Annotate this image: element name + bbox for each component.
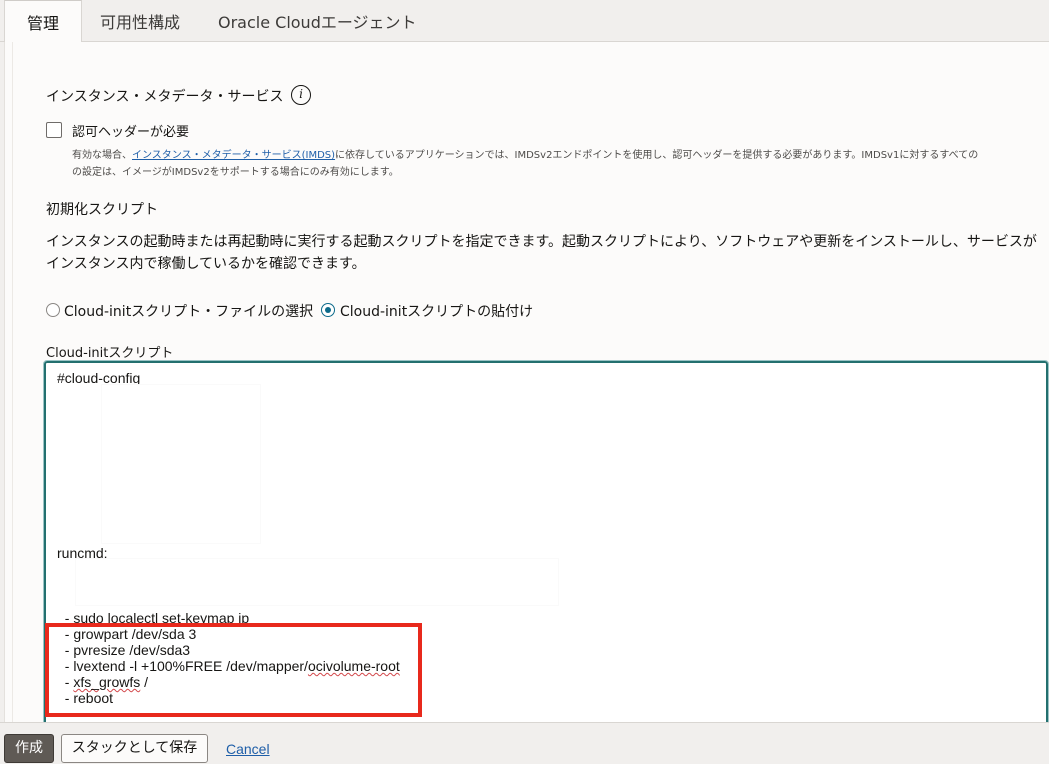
save-as-stack-button[interactable]: スタックとして保存 (61, 734, 208, 763)
code-line-header: #cloud-config (57, 370, 141, 386)
code-line-pvresize: - pvresize /dev/sda3 (57, 642, 191, 658)
tab-management[interactable]: 管理 (4, 0, 83, 43)
code-xfs-cmd: xfs_growfs (73, 674, 141, 690)
management-panel: インスタンス・メタデータ・サービス i 認可ヘッダーが必要 有効な場合、インスタ… (4, 42, 1049, 722)
redacted-block (102, 385, 260, 543)
code-line-xfs-growfs: - xfs_growfs / (57, 674, 148, 690)
code-line-keymap: - sudo localectl set-keymap jp (57, 610, 250, 626)
tab-oracle-cloud-agent[interactable]: Oracle Cloudエージェント (196, 0, 439, 42)
code-line-reboot: - reboot (57, 690, 114, 706)
create-button[interactable]: 作成 (4, 734, 54, 763)
init-script-section-title: 初期化スクリプト (46, 202, 158, 218)
radio-select-cloud-init-file[interactable] (46, 303, 60, 317)
imds-help-rest: に依存しているアプリケーションでは、IMDSv2エンドポイントを使用し、認可ヘッ… (335, 150, 979, 161)
code-xfs-suffix: / (140, 674, 149, 690)
imds-help-link[interactable]: インスタンス・メタデータ・サービス(IMDS) (132, 150, 335, 161)
authorization-header-label: 認可ヘッダーが必要 (72, 125, 190, 140)
tab-bar: 管理 可用性構成 Oracle Cloudエージェント (0, 0, 1049, 43)
footer-bar: 作成 スタックとして保存 Cancel (0, 722, 1049, 764)
code-xfs-prefix: - (57, 674, 74, 690)
cloud-init-field-label: Cloud-initスクリプト (46, 346, 174, 361)
code-lvextend-volume: ocivolume-root (307, 658, 400, 674)
imds-help-prefix: 有効な場合、 (72, 150, 132, 161)
cloud-init-script-textarea[interactable]: #cloud-config runcmd: - sudo localectl s… (43, 360, 1049, 722)
authorization-header-checkbox[interactable] (46, 122, 62, 138)
code-line-lvextend: - lvextend -l +100%FREE /dev/mapper/ociv… (57, 658, 400, 674)
radio-paste-cloud-init-label: Cloud-initスクリプトの貼付け (340, 304, 534, 320)
imds-help-line-1: 有効な場合、インスタンス・メタデータ・サービス(IMDS)に依存しているアプリケ… (72, 146, 978, 161)
info-icon[interactable]: i (291, 85, 311, 105)
code-line-growpart: - growpart /dev/sda 3 (57, 626, 197, 642)
radio-paste-cloud-init[interactable] (321, 303, 335, 317)
init-script-description: インスタンスの起動時または再起動時に実行する起動スクリプトを指定できます。起動ス… (46, 234, 1037, 272)
code-lvextend-prefix: - lvextend -l +100%FREE /dev/mapper/ (57, 658, 308, 674)
imds-section-title: インスタンス・メタデータ・サービス (46, 89, 284, 105)
tab-availability-config[interactable]: 可用性構成 (78, 0, 202, 42)
redacted-block (76, 559, 558, 605)
cancel-link[interactable]: Cancel (226, 741, 270, 757)
imds-help-line-2: の設定は、イメージがIMDSv2をサポートする場合にのみ有効にします。 (72, 167, 399, 178)
radio-select-cloud-init-file-label: Cloud-initスクリプト・ファイルの選択 (64, 304, 314, 320)
panel-divider (12, 42, 13, 722)
